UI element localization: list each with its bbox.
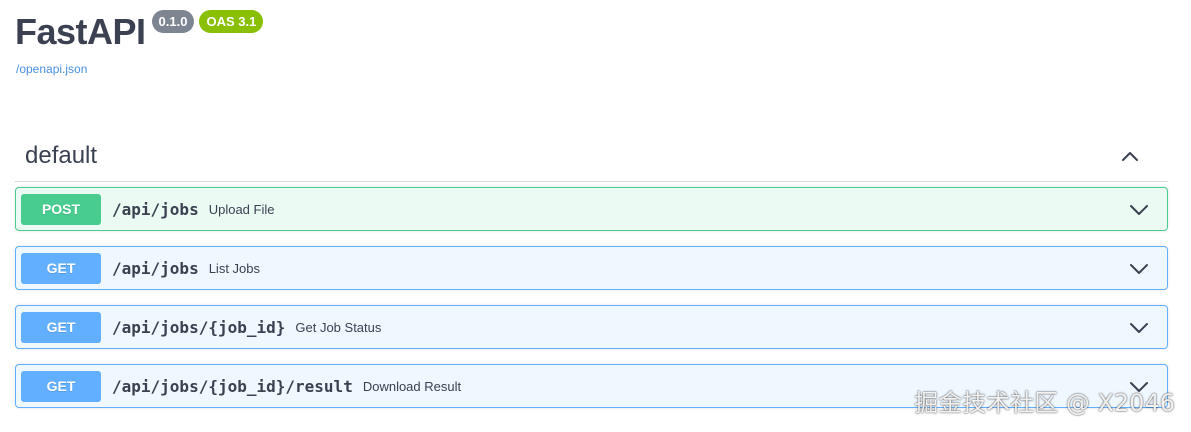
operation-get-job-status[interactable]: GET /api/jobs/{job_id} Get Job Status [15, 305, 1168, 349]
operation-summary: Get Job Status [295, 319, 382, 335]
operation-path: /api/jobs [112, 258, 199, 278]
method-badge: GET [21, 252, 101, 284]
watermark: 掘金技术社区 @ X2046 [914, 389, 1175, 417]
openapi-spec-link[interactable]: /openapi.json [16, 62, 263, 76]
chevron-down-icon[interactable] [1129, 200, 1149, 220]
method-badge: GET [21, 370, 101, 402]
operation-summary: List Jobs [208, 260, 261, 276]
method-badge: POST [21, 193, 101, 225]
chevron-up-icon[interactable] [1110, 136, 1150, 176]
title-row: FastAPI 0.1.0 OAS 3.1 [15, 8, 264, 56]
operation-path: /api/jobs/{job_id} [112, 317, 286, 337]
tag-name: default [25, 141, 98, 169]
operation-summary: Download Result [362, 378, 462, 394]
tag-section-header[interactable]: default [15, 130, 1168, 182]
operation-path: /api/jobs [112, 199, 199, 219]
swagger-ui-page: FastAPI 0.1.0 OAS 3.1 /openapi.json defa… [0, 0, 1191, 432]
operation-summary: Upload File [208, 201, 275, 217]
method-badge: GET [21, 311, 101, 343]
oas-version-badge: OAS 3.1 [199, 10, 264, 33]
operation-post-api-jobs[interactable]: POST /api/jobs Upload File [15, 187, 1168, 231]
api-title: FastAPI [15, 11, 146, 52]
operation-path: /api/jobs/{job_id}/result [112, 376, 353, 396]
version-badge: 0.1.0 [151, 10, 195, 33]
operation-get-api-jobs[interactable]: GET /api/jobs List Jobs [15, 246, 1168, 290]
chevron-down-icon[interactable] [1129, 259, 1149, 279]
api-info: FastAPI 0.1.0 OAS 3.1 /openapi.json [15, 8, 264, 76]
chevron-down-icon[interactable] [1129, 318, 1149, 338]
